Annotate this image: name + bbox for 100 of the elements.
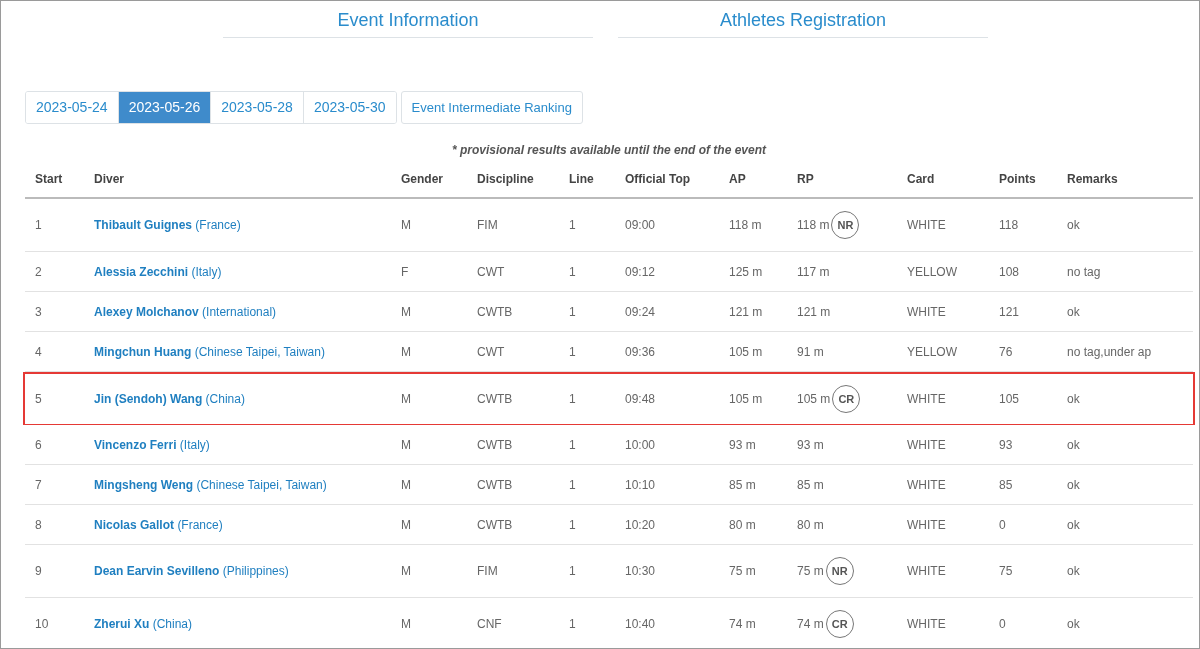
line-cell-text: 1: [569, 303, 576, 321]
discipline-cell-text: CWTB: [477, 303, 513, 321]
rp-cell-text: 74 m: [797, 616, 824, 633]
date-tab[interactable]: 2023-05-26: [117, 92, 211, 123]
column-header: Line: [569, 171, 594, 188]
card-cell-text: WHITE: [907, 436, 946, 454]
ap-cell-text: 75 m: [729, 563, 756, 580]
discipline-cell-text: CWT: [477, 343, 505, 361]
official-top-cell-text: 09:36: [625, 343, 656, 361]
nav-link[interactable]: Athletes Registration: [618, 1, 988, 38]
gender-cell-text: F: [401, 263, 409, 281]
start-cell-text: 7: [35, 476, 42, 494]
points-cell-text: 108: [999, 263, 1020, 281]
remarks-cell-text: ok: [1067, 391, 1080, 408]
gender-cell-text: M: [401, 391, 411, 408]
discipline-cell-text: CWTB: [477, 516, 513, 534]
line-cell-text: 1: [569, 263, 576, 281]
points-cell-text: 118: [999, 217, 1019, 234]
ap-cell-text: 105 m: [729, 343, 763, 361]
card-cell-text: YELLOW: [907, 343, 957, 361]
line-cell-text: 1: [569, 391, 576, 408]
diver-link[interactable]: Nicolas Gallot (France): [94, 515, 223, 534]
discipline-cell-text: CWT: [477, 263, 505, 281]
column-header: Discipline: [477, 171, 534, 188]
gender-cell-text: M: [401, 436, 411, 454]
start-cell-text: 8: [35, 516, 42, 534]
column-header: Start: [35, 171, 63, 188]
rp-cell-text: 117 m: [797, 263, 830, 281]
ap-cell-text: 105 m: [729, 391, 763, 408]
discipline-cell-text: CWTB: [477, 391, 513, 408]
ap-cell-text: 80 m: [729, 516, 756, 534]
remarks-cell-text: ok: [1067, 476, 1080, 494]
official-top-cell-text: 09:12: [625, 263, 656, 281]
remarks-cell-text: ok: [1067, 616, 1080, 633]
gender-cell-text: M: [401, 217, 411, 234]
points-cell-text: 0: [999, 516, 1006, 534]
diver-link[interactable]: Mingsheng Weng (Chinese Taipei, Taiwan): [94, 475, 327, 494]
discipline-cell-text: CNF: [477, 616, 502, 633]
date-tab[interactable]: 2023-05-30: [302, 92, 396, 123]
gender-cell-text: M: [401, 516, 411, 534]
diver-link[interactable]: Zherui Xu (China): [94, 615, 193, 633]
card-cell-text: WHITE: [907, 217, 946, 234]
official-top-cell-text: 10:30: [625, 563, 656, 580]
rp-cell-text: 75 m: [797, 563, 824, 580]
official-top-cell-text: 10:00: [625, 436, 656, 454]
gender-cell-text: M: [401, 303, 411, 321]
diver-link[interactable]: Alexey Molchanov (International): [94, 302, 277, 321]
column-header: Diver: [94, 171, 125, 188]
gender-cell-text: M: [401, 476, 411, 494]
diver-link[interactable]: Alessia Zecchini (Italy): [94, 262, 222, 281]
remarks-cell-text: no tag: [1067, 263, 1101, 281]
ap-cell-text: 85 m: [729, 476, 756, 494]
points-cell-text: 105: [999, 391, 1020, 408]
points-cell-text: 85: [999, 476, 1013, 494]
start-cell-text: 4: [35, 343, 42, 361]
start-cell-text: 9: [35, 563, 42, 580]
line-cell-text: 1: [569, 616, 576, 633]
diver-link[interactable]: Thibault Guignes (France): [94, 216, 241, 234]
points-cell-text: 93: [999, 436, 1013, 454]
ap-cell-text: 93 m: [729, 436, 756, 454]
remarks-cell-text: ok: [1067, 303, 1080, 321]
rp-cell-text: 93 m: [797, 436, 824, 454]
line-cell-text: 1: [569, 436, 576, 454]
column-header: Points: [999, 171, 1036, 188]
remarks-cell-text: ok: [1067, 436, 1080, 454]
card-cell-text: YELLOW: [907, 263, 957, 281]
ranking-button[interactable]: Event Intermediate Ranking: [400, 91, 583, 124]
nav-link[interactable]: Event Information: [223, 1, 593, 38]
points-cell-text: 76: [999, 343, 1013, 361]
line-cell-text: 1: [569, 343, 576, 361]
official-top-cell-text: 10:20: [625, 516, 656, 534]
official-top-cell-text: 09:48: [625, 391, 656, 408]
remarks-cell-text: ok: [1067, 563, 1080, 580]
diver-link[interactable]: Vincenzo Ferri (Italy): [94, 435, 210, 454]
column-header: Remarks: [1067, 171, 1118, 188]
points-cell-text: 121: [999, 303, 1020, 321]
card-cell-text: WHITE: [907, 563, 946, 580]
discipline-cell-text: FIM: [477, 563, 498, 580]
rp-cell-text: 80 m: [797, 516, 824, 534]
card-cell-text: WHITE: [907, 616, 946, 633]
remarks-cell-text: ok: [1067, 217, 1080, 234]
provisional-note: * provisional results available until the end of the event: [451, 142, 767, 159]
diver-link[interactable]: Dean Earvin Sevilleno (Philippines): [94, 562, 289, 580]
diver-link[interactable]: Jin (Sendoh) Wang (China): [94, 390, 245, 408]
official-top-cell-text: 09:24: [625, 303, 656, 321]
column-header: RP: [797, 171, 814, 188]
discipline-cell-text: CWTB: [477, 476, 513, 494]
rp-cell-text: 85 m: [797, 476, 824, 494]
diver-link[interactable]: Mingchun Huang (Chinese Taipei, Taiwan): [94, 342, 325, 361]
remarks-cell-text: ok: [1067, 516, 1080, 534]
gender-cell-text: M: [401, 343, 411, 361]
column-header: Card: [907, 171, 935, 188]
card-cell-text: WHITE: [907, 476, 946, 494]
remarks-cell-text: no tag,under ap: [1067, 343, 1152, 361]
line-cell-text: 1: [569, 476, 576, 494]
rp-cell-text: 118 m: [797, 217, 830, 234]
official-top-cell-text: 10:10: [625, 476, 656, 494]
start-cell-text: 5: [35, 391, 42, 408]
official-top-cell-text: 09:00: [625, 217, 656, 234]
card-cell-text: WHITE: [907, 516, 946, 534]
